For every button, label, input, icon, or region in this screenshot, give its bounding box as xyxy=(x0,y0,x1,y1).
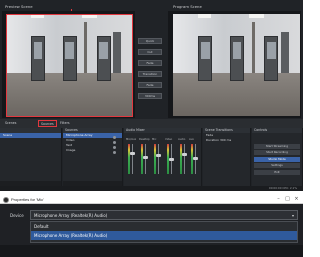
program-scene-label: Program Scene xyxy=(173,4,202,9)
transition-controls: Quick Transitions Cut Fade Transition Fa… xyxy=(138,38,162,104)
mixer-channel: Desktop xyxy=(139,138,152,182)
preview-video-frame xyxy=(6,14,132,116)
maximize-icon[interactable]: □ xyxy=(283,195,292,204)
volume-meter xyxy=(154,144,156,174)
preview-canvas[interactable] xyxy=(2,11,135,118)
device-label: Device xyxy=(10,213,24,218)
mixer-channel: Aux xyxy=(189,138,202,182)
channel-label: Desktop xyxy=(139,138,150,141)
studio-mode-button[interactable]: Studio Mode xyxy=(254,156,300,162)
mixer-channel: Video xyxy=(165,138,178,182)
program-canvas xyxy=(168,11,301,118)
volume-fader[interactable] xyxy=(184,144,185,174)
transition-button[interactable]: Transition xyxy=(138,71,162,77)
scene-transitions-dock: Scene Transitions Fade Duration 300 ms xyxy=(203,128,251,186)
channel-label: Mic xyxy=(152,138,157,141)
mixer-channel: Mic xyxy=(152,138,165,182)
properties-dialog: Properties for 'Mic' – □ × Device Microp… xyxy=(0,195,303,257)
scenes-dock-title: Scenes xyxy=(5,121,17,125)
dialog-footer xyxy=(0,245,303,257)
visibility-eye-icon[interactable] xyxy=(113,151,116,154)
close-icon[interactable]: × xyxy=(292,195,301,204)
controls-dock: Controls Start Streaming Start Recording… xyxy=(252,128,303,186)
scene-item[interactable]: Scene xyxy=(0,133,61,138)
preview-scene-label: Preview Scene xyxy=(5,4,33,9)
filters-tab[interactable]: Filters xyxy=(58,120,72,127)
channel-label: Aux xyxy=(189,138,194,141)
start-streaming-button[interactable]: Start Streaming xyxy=(254,143,300,149)
device-options-list: Default Microphone Array (Realtek(R) Aud… xyxy=(30,221,298,243)
dialog-titlebar[interactable]: Properties for 'Mic' – □ × xyxy=(0,195,303,204)
studio-window: Preview Scene Program Scene Quick Transi… xyxy=(0,0,303,191)
cut-button[interactable]: Cut xyxy=(138,49,162,55)
device-dropdown-value: Microphone Array (Realtek(R) Audio) xyxy=(34,213,108,218)
device-dropdown[interactable]: Microphone Array (Realtek(R) Audio) ▾ xyxy=(30,210,298,220)
status-bar: 00:00:00 CPU: 2.1% xyxy=(0,186,303,191)
chevron-down-icon[interactable]: ▾ xyxy=(292,211,294,220)
audio-mixer-dock: Audio Mixer Mic/Aux Desktop Mic Video Au… xyxy=(124,128,202,186)
volume-fader[interactable] xyxy=(132,144,133,174)
volume-fader[interactable] xyxy=(145,144,146,174)
volume-meter xyxy=(180,144,182,174)
fader-knob[interactable] xyxy=(169,158,174,161)
volume-fader[interactable] xyxy=(158,144,159,174)
visibility-eye-icon[interactable] xyxy=(113,141,116,144)
quick-transitions-button[interactable]: Quick Transitions xyxy=(138,38,162,44)
fader-knob[interactable] xyxy=(193,157,198,160)
settings-button[interactable]: Settings xyxy=(254,163,300,168)
fader-knob[interactable] xyxy=(182,153,187,156)
start-recording-button[interactable]: Start Recording xyxy=(254,150,300,155)
fade-button[interactable]: Fade xyxy=(138,60,162,66)
sources-dock: Sources Microphone Array Video Text Imag… xyxy=(63,128,123,186)
fader-knob[interactable] xyxy=(130,152,135,155)
program-video-frame xyxy=(173,14,300,116)
visibility-eye-icon[interactable] xyxy=(113,146,116,149)
device-option-default[interactable]: Default xyxy=(31,222,297,231)
exit-button[interactable]: Exit xyxy=(254,169,300,175)
minimize-icon[interactable]: – xyxy=(274,195,283,204)
device-option-microphone-array[interactable]: Microphone Array (Realtek(R) Audio) xyxy=(31,231,297,240)
channel-label: Video xyxy=(165,138,173,141)
channel-label: Mic/Aux xyxy=(126,138,137,141)
sources-dock-title[interactable]: Sources xyxy=(38,120,57,127)
duration-field[interactable]: 300ms xyxy=(138,93,162,99)
dialog-title: Properties for 'Mic' xyxy=(11,197,44,202)
app-icon xyxy=(3,196,9,203)
docks-header: Scenes Sources Filters xyxy=(0,119,303,128)
volume-meter xyxy=(128,144,130,174)
fader-knob[interactable] xyxy=(143,156,148,159)
mixer-channel: Mic/Aux xyxy=(126,138,139,182)
audio-mixer-title: Audio Mixer xyxy=(124,128,201,133)
fader-knob[interactable] xyxy=(156,154,161,157)
volume-meter xyxy=(141,144,143,174)
visibility-eye-icon[interactable] xyxy=(113,136,116,139)
transition-select[interactable]: Fade xyxy=(138,82,162,88)
scenes-dock: Scene xyxy=(0,128,62,186)
transition-duration-field[interactable]: Duration 300 ms xyxy=(203,138,250,143)
